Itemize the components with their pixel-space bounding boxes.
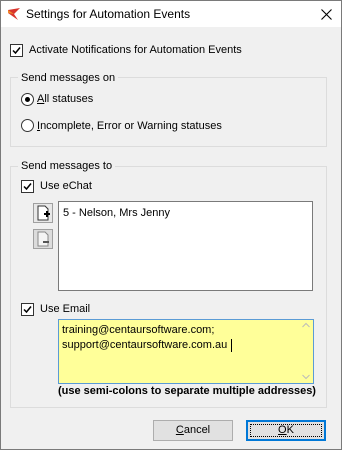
focus-rectangle <box>250 424 322 437</box>
email-hint-text: (use semi-colons to separate multiple ad… <box>58 385 316 397</box>
send-messages-on-title: Send messages on <box>18 71 119 85</box>
text-caret <box>231 339 232 352</box>
title-bar: Settings for Automation Events <box>1 1 341 27</box>
email-line-1: training@centaursoftware.com; <box>62 324 215 336</box>
all-statuses-radio[interactable] <box>21 93 34 106</box>
send-messages-to-title: Send messages to <box>18 159 116 173</box>
add-recipient-button[interactable] <box>33 203 53 223</box>
use-echat-label: Use eChat <box>40 180 92 192</box>
add-recipient-icon <box>37 205 50 221</box>
remove-recipient-button[interactable] <box>33 229 53 249</box>
scroll-arrows-icon <box>302 322 310 380</box>
checkmark-icon <box>12 47 21 55</box>
close-icon <box>320 8 332 20</box>
list-item[interactable]: 5 - Nelson, Mrs Jenny <box>63 206 170 220</box>
all-statuses-label: All statuses <box>37 92 93 106</box>
remove-recipient-icon <box>37 231 49 247</box>
ok-button[interactable]: OK <box>246 420 326 441</box>
checkmark-icon <box>23 306 32 314</box>
cancel-button[interactable]: Cancel <box>153 420 233 441</box>
use-email-checkbox[interactable] <box>21 303 34 316</box>
email-addresses-field[interactable]: training@centaursoftware.com; support@ce… <box>58 319 314 384</box>
incomplete-statuses-label: Incomplete, Error or Warning statuses <box>37 119 222 133</box>
email-addresses-text: training@centaursoftware.com; support@ce… <box>62 323 227 353</box>
use-echat-checkbox[interactable] <box>21 180 34 193</box>
email-scrollbar[interactable] <box>299 320 313 383</box>
checkmark-icon <box>23 183 32 191</box>
email-line-2: support@centaursoftware.com.au <box>62 339 228 351</box>
use-email-label: Use Email <box>40 303 91 315</box>
cancel-label-rest: ancel <box>183 424 211 436</box>
send-messages-on-group <box>10 77 327 147</box>
echat-recipients-list[interactable]: 5 - Nelson, Mrs Jenny <box>58 201 313 291</box>
cancel-accel: C <box>175 424 184 436</box>
incomplete-statuses-label-rest: ncomplete, Error or Warning statuses <box>40 120 222 132</box>
all-statuses-label-rest: ll statuses <box>44 93 94 105</box>
settings-dialog: Settings for Automation Events Activate … <box>0 0 342 450</box>
close-button[interactable] <box>311 1 341 27</box>
activate-notifications-label: Activate Notifications for Automation Ev… <box>29 44 242 56</box>
window-title: Settings for Automation Events <box>26 7 191 21</box>
activate-notifications-checkbox[interactable] <box>10 44 23 57</box>
radio-selected-dot <box>25 97 30 102</box>
centaur-app-icon <box>8 8 20 20</box>
incomplete-statuses-radio[interactable] <box>21 119 34 132</box>
